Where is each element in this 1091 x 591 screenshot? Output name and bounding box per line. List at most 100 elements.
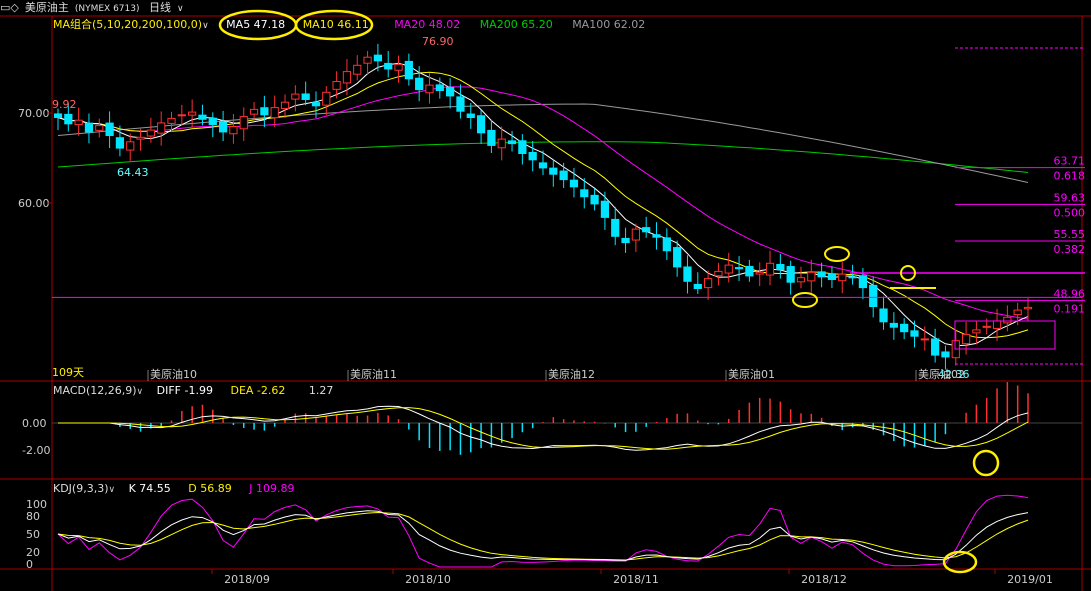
- candle-body: [249, 108, 259, 115]
- candle-body: [559, 170, 568, 181]
- fib-ratio: 0.191: [1054, 302, 1086, 315]
- candle-body: [280, 101, 290, 110]
- candle-body: [848, 276, 857, 279]
- candle-body: [136, 136, 145, 140]
- left-high-label: 9.92: [52, 98, 77, 111]
- candle-body: [1023, 306, 1033, 310]
- kdj-k-line: [57, 510, 1029, 561]
- kdj-tick-label: 50: [26, 528, 40, 541]
- candle-body: [291, 93, 300, 100]
- candle-body: [931, 338, 940, 356]
- candle-body: [415, 77, 424, 91]
- candle-body: [652, 234, 661, 238]
- candle-body: [590, 194, 599, 205]
- candle-body: [693, 283, 702, 290]
- kdj-tick-label: 80: [26, 510, 40, 523]
- kdj-j-line: [57, 494, 1029, 568]
- candle-body: [322, 91, 331, 106]
- candle-body: [683, 266, 692, 282]
- fib-price: 48.96: [1054, 287, 1086, 300]
- candle-body: [941, 351, 950, 358]
- candle-body: [879, 308, 888, 323]
- candle-body: [600, 200, 610, 218]
- candle-body: [342, 71, 352, 84]
- x-axis-label: 2018/10: [405, 573, 451, 586]
- candle-body: [992, 320, 1002, 329]
- candle-body: [631, 228, 640, 241]
- candle-body: [528, 151, 537, 161]
- candle-body: [373, 54, 383, 62]
- candle-body: [476, 115, 486, 134]
- highlight-circle: [824, 246, 850, 262]
- candle-body: [229, 126, 238, 135]
- candle-body: [353, 64, 362, 75]
- candle-body: [827, 273, 837, 281]
- fib-ratio: 0.618: [1054, 170, 1086, 183]
- candle-body: [311, 102, 321, 107]
- candle-body: [456, 96, 465, 112]
- candle-body: [673, 247, 682, 268]
- candle-body: [972, 329, 981, 334]
- macd-tick-label: 0.00: [22, 417, 47, 430]
- candle-body: [858, 275, 868, 289]
- high-label: 76.90: [422, 35, 454, 48]
- candle-body: [157, 122, 166, 134]
- candle-body: [363, 56, 372, 64]
- fib-price: 59.63: [1054, 191, 1086, 204]
- candle-body: [642, 227, 651, 233]
- candle-body: [435, 84, 444, 92]
- candle-body: [755, 271, 764, 275]
- fib-ratio: 0.500: [1054, 206, 1086, 219]
- candle-body: [177, 114, 186, 117]
- y-tick-label: 70.00: [18, 107, 50, 120]
- highlight-circle: [792, 292, 818, 308]
- candle-body: [301, 93, 310, 101]
- candle-body: [662, 237, 671, 252]
- highlight-circle: [218, 9, 298, 41]
- candle-body: [270, 107, 279, 119]
- candle-body: [734, 267, 744, 270]
- candle-body: [105, 122, 114, 136]
- candle-body: [74, 119, 83, 126]
- candle-body: [146, 129, 155, 137]
- candle-body: [817, 271, 826, 278]
- candle-body: [84, 122, 94, 133]
- x-axis-label: 2018/09: [224, 573, 270, 586]
- candle-body: [260, 107, 269, 116]
- highlight-circle: [972, 449, 1000, 477]
- days-label: 109天: [52, 366, 84, 379]
- candle-body: [1003, 316, 1012, 324]
- contract-label: 美原油01: [728, 367, 775, 381]
- candle-body: [714, 270, 723, 277]
- candle-body: [188, 111, 197, 116]
- contract-label: 美原油11: [350, 367, 397, 381]
- candle-body: [569, 179, 579, 188]
- candle-body: [869, 284, 878, 308]
- price-chart[interactable]: 70.00 60.00 63.71 0.618 59.63 0.500 55.55 0.382…: [0, 0, 1091, 591]
- highlight-circle: [294, 9, 374, 41]
- fib-ratio: 0.382: [1054, 243, 1086, 256]
- candle-body: [384, 62, 393, 70]
- candle-body: [724, 264, 733, 274]
- candle-body: [518, 140, 527, 154]
- candle-body: [549, 167, 558, 175]
- candle-body: [920, 338, 929, 341]
- ma5-line: [57, 62, 1029, 347]
- candle-body: [198, 114, 207, 120]
- fib-price: 55.55: [1054, 228, 1086, 241]
- candle-body: [807, 271, 816, 282]
- candle-body: [115, 137, 125, 149]
- candle-body: [497, 138, 506, 149]
- x-axis-label: 2019/01: [1007, 573, 1053, 586]
- candle-body: [765, 262, 775, 276]
- candle-body: [580, 189, 589, 198]
- candle-body: [487, 129, 496, 146]
- x-axis-label: 2018/12: [801, 573, 847, 586]
- candle-body: [776, 263, 785, 271]
- ma10-line: [57, 71, 1029, 339]
- candle-body: [53, 113, 63, 119]
- candle-body: [404, 60, 413, 80]
- candle-body: [208, 117, 217, 126]
- candle-body: [611, 218, 620, 237]
- candle-body: [239, 116, 248, 130]
